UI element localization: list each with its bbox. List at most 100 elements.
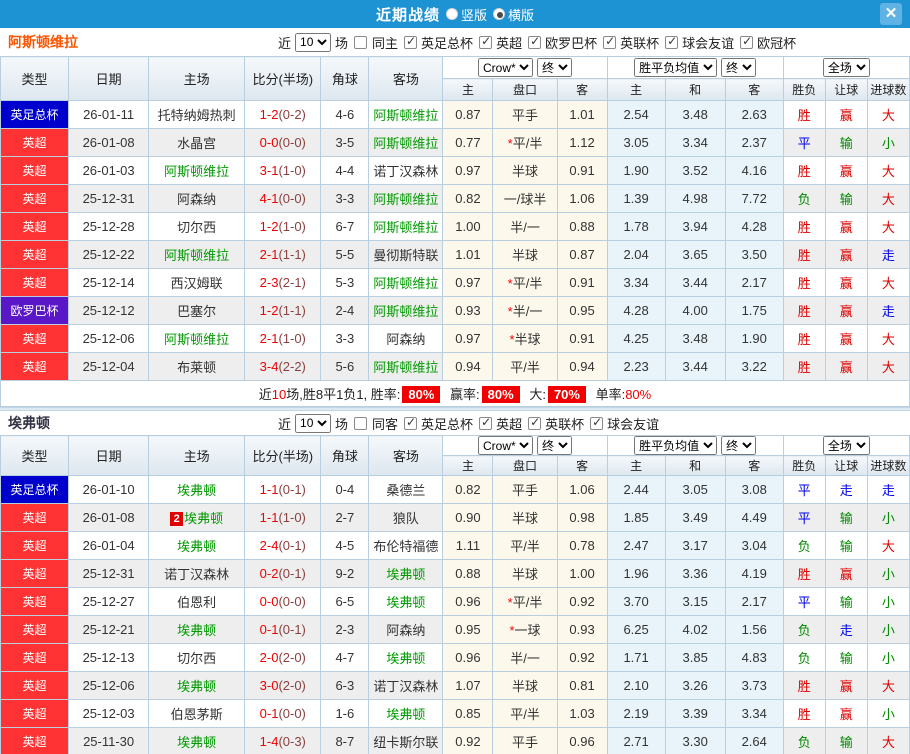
away-odds: 0.91 <box>556 268 608 297</box>
close-button[interactable]: ✕ <box>880 3 902 25</box>
away-odds: 0.87 <box>556 240 608 269</box>
home-team-name: 西汉姆联 <box>170 276 223 291</box>
odds-final-select[interactable]: 终 <box>537 436 573 455</box>
avg-win: 2.71 <box>606 727 666 754</box>
avg-lose: 3.50 <box>724 240 784 269</box>
away-odds: 0.94 <box>556 352 608 381</box>
odds-company-select[interactable]: Crow* <box>478 436 534 455</box>
league-checkbox-2[interactable] <box>528 34 542 49</box>
match-row: 英足总杯 26-01-11 托特纳姆热刺 1-2(0-2) 4-6 阿斯顿维拉 0.87 平手… <box>0 100 910 129</box>
avg-lose: 4.28 <box>724 212 784 241</box>
layout-radio-vertical[interactable]: 竖版 <box>445 5 487 24</box>
result-handicap: 输 <box>824 643 868 672</box>
away-team-name: 诺丁汉森林 <box>373 164 439 179</box>
home-team-name: 切尔西 <box>177 220 217 235</box>
match-row: 英超 25-12-31 诺丁汉森林 0-2(0-1) 9-2 埃弗顿 0.88 半球 1.00 1… <box>0 559 910 588</box>
radio-unchecked-icon[interactable] <box>445 8 458 20</box>
radio-checked-icon[interactable] <box>493 8 505 20</box>
same-venue-checkbox[interactable] <box>354 416 368 430</box>
avg-final-select[interactable]: 终 <box>721 436 757 455</box>
score-cell: 3-0(2-0) <box>244 671 322 700</box>
column-header: 主场 <box>148 435 246 476</box>
fulltime-score: 1-2 <box>259 107 279 122</box>
home-team-name: 埃弗顿 <box>184 511 224 526</box>
away-odds: 0.91 <box>556 156 608 185</box>
avg-final-select[interactable]: 终 <box>721 58 757 77</box>
handicap-cell: *半/一 <box>492 296 558 325</box>
league-checkbox-1[interactable] <box>479 34 493 49</box>
near-label: 近 <box>278 416 292 432</box>
league-checkbox-5[interactable] <box>740 34 754 49</box>
league-badge: 英足总杯 <box>0 475 70 504</box>
league-checkbox-0[interactable] <box>404 415 418 430</box>
avg-draw: 3.48 <box>664 324 726 353</box>
same-venue-checkbox[interactable] <box>354 35 368 49</box>
home-odds: 0.95 <box>442 615 494 644</box>
result-wdl: 胜 <box>782 156 826 185</box>
score-cell: 3-4(2-2) <box>244 352 322 381</box>
match-row: 英超 25-12-14 西汉姆联 2-3(2-1) 5-3 阿斯顿维拉 0.97 *平/半 0.… <box>0 268 910 297</box>
corner-cell: 9-2 <box>320 559 370 588</box>
home-odds: 0.93 <box>442 296 494 325</box>
avg-draw: 3.34 <box>664 128 726 157</box>
layout-radio-horizontal[interactable]: 横版 <box>493 5 534 24</box>
match-row: 英超 25-12-03 伯恩茅斯 0-1(0-0) 1-6 埃弗顿 0.85 平/半 1.03 2… <box>0 699 910 728</box>
league-badge: 英超 <box>0 268 70 297</box>
odds-final-select[interactable]: 终 <box>537 58 573 77</box>
home-odds: 1.07 <box>442 671 494 700</box>
away-team-name: 曼彻斯特联 <box>373 248 439 263</box>
result-goals: 走 <box>866 240 910 269</box>
result-handicap: 走 <box>824 615 868 644</box>
team-filter-bar: 阿斯顿维拉 近10场 同主 英足总杯 英超 欧罗巴杯 英联杯 球会友谊 欧冠杯 <box>0 28 910 56</box>
result-goals: 大 <box>866 212 910 241</box>
league-checkbox-2[interactable] <box>528 415 542 430</box>
league-checkbox-label: 球会友谊 <box>682 35 735 51</box>
avg-win: 3.70 <box>606 587 666 616</box>
league-checkbox-3[interactable] <box>590 415 604 430</box>
score-cell: 2-1(1-1) <box>244 240 322 269</box>
match-row: 英足总杯 26-01-10 埃弗顿 1-1(0-1) 0-4 桑德兰 0.82 平手 1.06 2… <box>0 475 910 504</box>
score-cell: 2-3(2-1) <box>244 268 322 297</box>
score-cell: 1-1(0-1) <box>244 475 322 504</box>
scope-select[interactable]: 全场 <box>822 436 870 455</box>
fulltime-score: 0-1 <box>259 706 279 721</box>
league-checkbox-4[interactable] <box>665 34 679 49</box>
league-checkbox-3[interactable] <box>603 34 617 49</box>
away-team-name: 桑德兰 <box>386 483 426 498</box>
avg-type-select[interactable]: 胜平负均值 <box>634 58 718 77</box>
avg-win: 1.96 <box>606 559 666 588</box>
league-checkbox-1[interactable] <box>479 415 493 430</box>
result-handicap: 赢 <box>824 352 868 381</box>
match-count-select[interactable]: 10 <box>295 32 332 52</box>
away-team-name: 狼队 <box>392 511 419 526</box>
handicap-value: 一球 <box>514 623 541 638</box>
home-odds: 0.88 <box>442 559 494 588</box>
home-odds: 1.11 <box>442 531 494 560</box>
avg-draw: 3.48 <box>664 100 726 129</box>
avg-type-select[interactable]: 胜平负均值 <box>634 436 718 455</box>
league-checkbox-0[interactable] <box>404 34 418 49</box>
fulltime-score: 3-1 <box>259 163 279 178</box>
match-row: 英超 25-12-22 阿斯顿维拉 2-1(1-1) 5-5 曼彻斯特联 1.01 半球 0.8… <box>0 240 910 269</box>
handicap-cell: 半球 <box>492 156 558 185</box>
home-cell: 阿斯顿维拉 <box>148 156 246 185</box>
match-row: 英超 26-01-08 2 埃弗顿 1-1(1-0) 2-7 狼队 0.90 半球 0.98 1.8… <box>0 503 910 532</box>
result-handicap: 赢 <box>824 240 868 269</box>
avg-lose: 1.75 <box>724 296 784 325</box>
result-wdl: 负 <box>782 643 826 672</box>
layout-radio-vertical-label: 竖版 <box>460 7 487 23</box>
corner-cell: 4-6 <box>320 100 370 129</box>
score-cell: 0-0(0-0) <box>244 587 322 616</box>
home-odds: 0.97 <box>442 156 494 185</box>
scope-select[interactable]: 全场 <box>822 58 870 77</box>
odds-company-select[interactable]: Crow* <box>478 58 534 77</box>
match-count-select[interactable]: 10 <box>295 413 332 433</box>
away-odds: 1.12 <box>556 128 608 157</box>
away-team-name: 阿斯顿维拉 <box>373 192 439 207</box>
home-team-name: 埃弗顿 <box>177 483 217 498</box>
summary-item-value: 80% <box>402 386 441 403</box>
avg-win: 1.71 <box>606 643 666 672</box>
corner-cell: 5-5 <box>320 240 370 269</box>
halftime-score: (1-1) <box>278 247 306 262</box>
away-cell: 诺丁汉森林 <box>368 156 444 185</box>
